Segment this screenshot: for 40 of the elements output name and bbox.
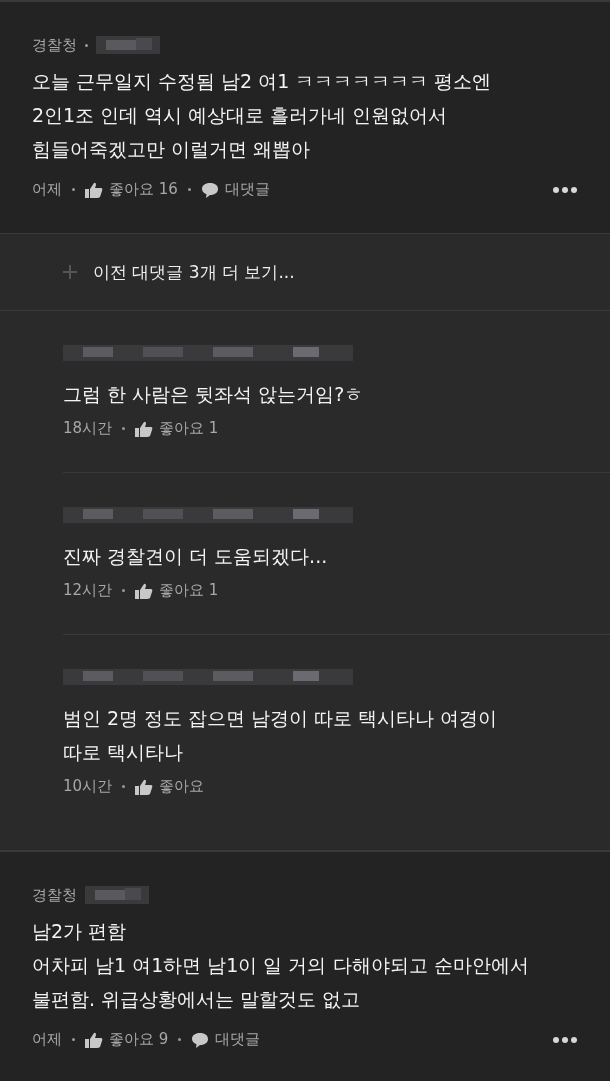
speech-bubble-icon [200,181,219,198]
like-button[interactable]: 좋아요 1 [135,419,219,438]
time-label: 12시간 [63,581,113,600]
company-name: 경찰청 [32,885,77,905]
blurred-name [96,34,160,56]
thumbs-up-icon [135,778,154,795]
thumbs-up-icon [85,1031,103,1048]
reply-text: 범인 2명 정도 잡으면 남경이 따로 택시타나 여경이 따로 택시타나 [63,706,499,765]
time-label: 어제 [32,1030,62,1049]
time-label: 18시간 [63,419,113,438]
more-options-icon[interactable] [552,1035,578,1044]
thumbs-up-icon [135,582,154,599]
like-button[interactable]: 좋아요 1 [135,581,219,600]
dot-icon [122,589,126,592]
reply-text: 진짜 경찰견이 더 도움되겠다... [63,544,329,569]
dot-icon [72,188,75,191]
like-button[interactable]: 좋아요 9 [85,1030,169,1049]
like-button[interactable]: 좋아요 16 [85,180,178,199]
dot-icon [122,785,126,788]
dot-icon [187,188,191,191]
dot-icon [72,1038,75,1041]
reply-button[interactable]: 대댓글 [191,1030,261,1049]
thumbs-up-icon [85,181,103,198]
speech-bubble-icon [191,1031,210,1048]
dot-icon [85,43,88,47]
dot-icon [178,1038,182,1041]
more-replies-link[interactable]: 이전 대댓글 3개 더 보기... [93,260,295,284]
blurred-name [85,884,149,906]
plus-icon [63,265,77,279]
company-name: 경찰청 [32,35,77,55]
like-button[interactable]: 좋아요 [135,777,205,796]
comment-text: 오늘 근무일지 수정됨 남2 여1 ㅋㅋㅋㅋㅋㅋㅋ 평소엔 2인1조 인데 역시 예상대로 흘러가네 인원없어서 힘들어죽겠고만 이럴거면 왜뽑아 [32,69,493,162]
dot-icon [122,427,126,430]
time-label: 어제 [32,180,62,199]
comment-text: 남2가 편함 어차피 남1 여1하면 남1이 일 거의 다해야되고 순마안에서 불편함. 위급상황에서는 말할것도 없고 [32,919,530,1012]
time-label: 10시간 [63,777,113,796]
thumbs-up-icon [135,420,154,437]
reply-button[interactable]: 대댓글 [200,180,270,199]
reply-text: 그럼 한 사람은 뒷좌석 앉는거임?ㅎ [63,382,365,407]
more-options-icon[interactable] [552,185,578,194]
